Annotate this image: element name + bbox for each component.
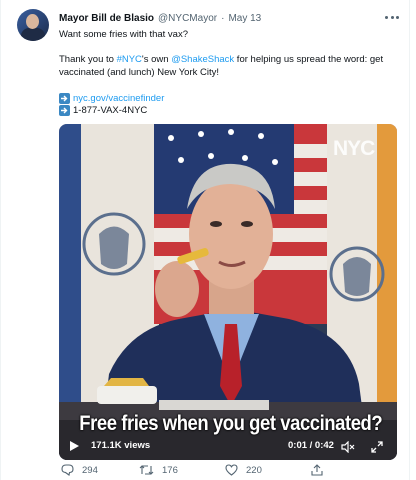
- video-player[interactable]: NYC Free fries when you get vaccinated? …: [59, 124, 397, 460]
- tweet-text-line-3: vaccinated (and lunch) New York City!: [59, 67, 219, 78]
- right-arrow-icon: [59, 93, 70, 104]
- tweet-actions: 294 176 220: [59, 464, 397, 480]
- video-frame: [59, 124, 397, 460]
- volume-muted-icon[interactable]: [341, 440, 355, 458]
- tweet-text-line-1: Want some fries with that vax?: [59, 29, 189, 40]
- tweet-date[interactable]: May 13: [228, 13, 261, 24]
- play-icon[interactable]: [70, 441, 79, 451]
- more-options-icon[interactable]: [383, 10, 401, 24]
- heart-icon: [225, 464, 238, 476]
- nyc-logo: NYC: [333, 137, 375, 160]
- author-handle[interactable]: @NYCMayor: [158, 13, 217, 24]
- share-button[interactable]: [311, 464, 331, 476]
- hashtag-link[interactable]: #NYC: [117, 54, 142, 65]
- view-count: 171.1K views: [91, 440, 151, 451]
- reply-icon: [61, 464, 74, 476]
- vaccine-finder-link[interactable]: nyc.gov/vaccinefinder: [73, 93, 164, 104]
- mention-link[interactable]: @ShakeShack: [171, 54, 234, 65]
- reply-button[interactable]: 294: [61, 464, 98, 476]
- share-icon: [311, 464, 323, 476]
- retweet-icon: [139, 465, 154, 475]
- retweet-button[interactable]: 176: [139, 464, 178, 476]
- video-time: 0:01 / 0:42: [288, 440, 334, 451]
- phone-line: 1-877-VAX-4NYC: [59, 104, 147, 117]
- separator-dot: ·: [221, 12, 225, 24]
- like-button[interactable]: 220: [225, 464, 262, 476]
- fullscreen-icon[interactable]: [371, 440, 383, 458]
- avatar[interactable]: [17, 9, 49, 41]
- tweet-text-line-2: Thank you to #NYC's own @ShakeShack for …: [59, 54, 384, 65]
- author-name[interactable]: Mayor Bill de Blasio: [59, 13, 154, 24]
- like-count: 220: [246, 464, 262, 476]
- phone-number: 1-877-VAX-4NYC: [73, 105, 148, 116]
- reply-count: 294: [82, 464, 98, 476]
- tweet-header: Mayor Bill de Blasio @NYCMayor · May 13: [59, 10, 261, 26]
- video-controls: 171.1K views 0:01 / 0:42: [59, 432, 397, 460]
- right-arrow-icon: [59, 105, 70, 116]
- tweet-card[interactable]: Mayor Bill de Blasio @NYCMayor · May 13 …: [0, 0, 410, 480]
- retweet-count: 176: [162, 464, 178, 476]
